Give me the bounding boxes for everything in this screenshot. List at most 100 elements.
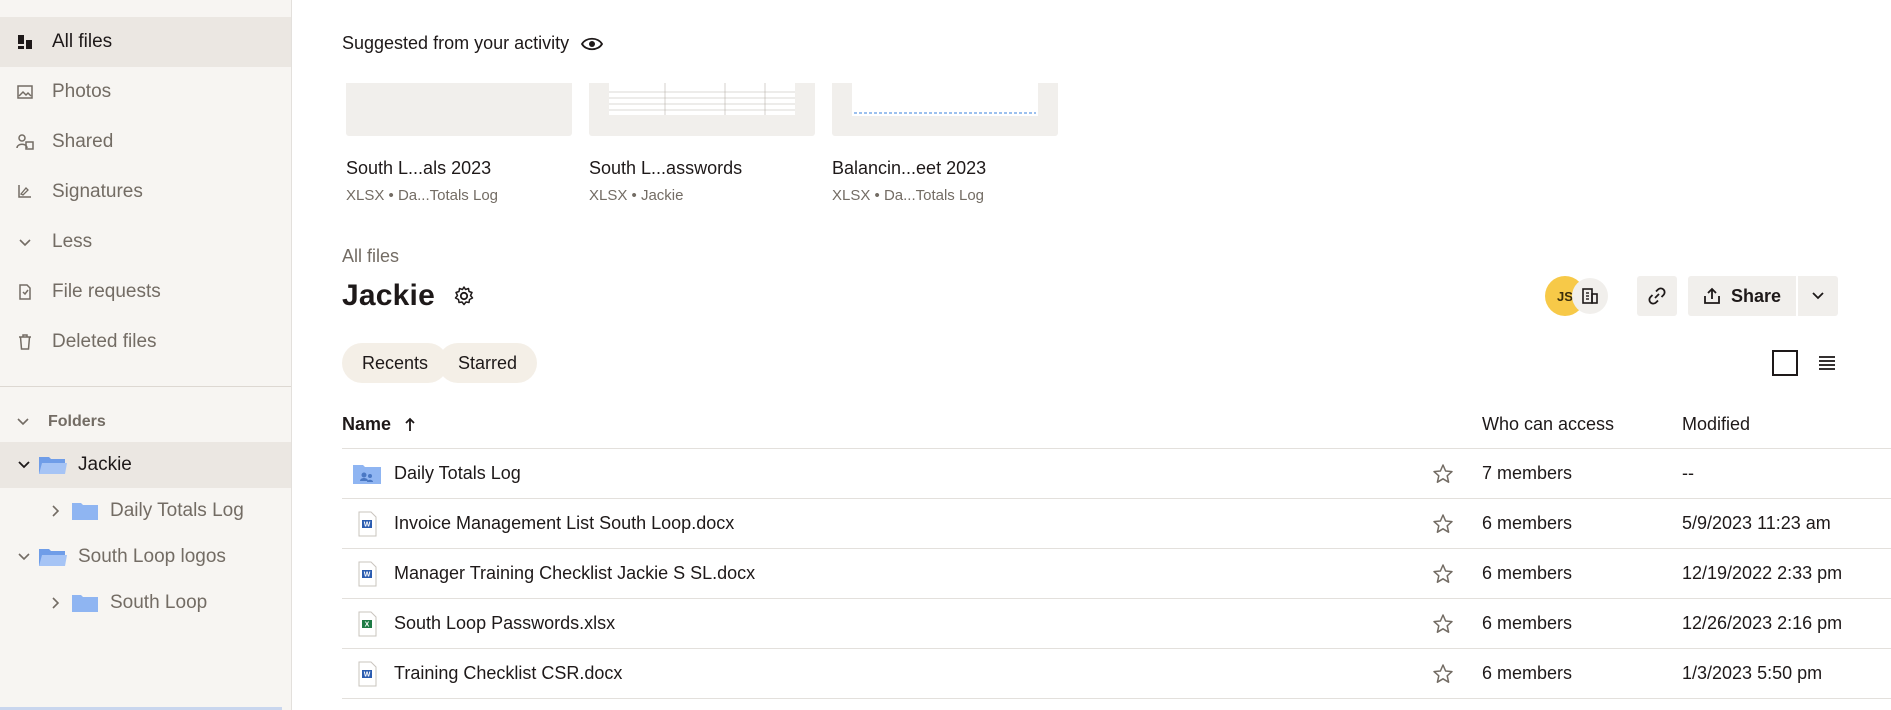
- nav-deleted-files[interactable]: Deleted files: [0, 317, 291, 367]
- building-icon: [1582, 288, 1598, 304]
- svg-text:W: W: [364, 521, 371, 528]
- modified-date: 12/26/2023 2:16 pm: [1682, 613, 1843, 633]
- star-icon[interactable]: [1432, 513, 1454, 535]
- gear-icon[interactable]: [453, 285, 475, 307]
- tree-label: South Loop: [110, 592, 208, 613]
- word-doc-icon: W: [352, 659, 382, 689]
- main-content: Suggested from your activity South L...a…: [292, 0, 1891, 710]
- page-title: Jackie: [342, 279, 475, 313]
- suggested-card[interactable]: South L...asswords XLSX • Jackie: [589, 83, 815, 204]
- nav-signatures[interactable]: Signatures: [0, 167, 291, 217]
- table-row[interactable]: Daily Totals Log 7 members --: [342, 448, 1891, 498]
- svg-text:W: W: [364, 571, 371, 578]
- folder-open-icon: [39, 457, 67, 474]
- share-button[interactable]: Share: [1688, 276, 1796, 316]
- all-files-icon: [14, 31, 36, 53]
- access-count: 6 members: [1482, 513, 1573, 533]
- file-thumbnail: [346, 83, 572, 136]
- nav-shared[interactable]: Shared: [0, 117, 291, 167]
- access-count: 6 members: [1482, 563, 1573, 583]
- starred-filter-chip[interactable]: Starred: [438, 343, 538, 383]
- spreadsheet-preview: [852, 83, 1038, 116]
- suggested-heading: Suggested from your activity: [342, 33, 604, 54]
- suggested-card[interactable]: South L...als 2023 XLSX • Da...Totals Lo…: [346, 83, 572, 204]
- star-icon[interactable]: [1432, 563, 1454, 585]
- nav-less[interactable]: Less: [0, 217, 291, 267]
- modified-date: 12/19/2022 2:33 pm: [1682, 563, 1843, 583]
- list-view-icon[interactable]: [1816, 352, 1838, 374]
- table-row[interactable]: W Invoice Management List South Loop.doc…: [342, 498, 1891, 548]
- file-name[interactable]: Manager Training Checklist Jackie S SL.d…: [394, 563, 755, 584]
- file-thumbnail: [832, 83, 1058, 136]
- trash-icon: [14, 331, 36, 353]
- nav-label: Photos: [52, 81, 112, 102]
- word-doc-icon: W: [352, 559, 382, 589]
- spreadsheet-preview: [609, 83, 795, 115]
- chevron-right-icon[interactable]: [46, 504, 66, 518]
- modified-date: 5/9/2023 11:23 am: [1682, 513, 1831, 533]
- breadcrumb[interactable]: All files: [342, 246, 399, 267]
- nav-all-files[interactable]: All files: [0, 17, 291, 67]
- chevron-right-icon[interactable]: [46, 596, 66, 610]
- excel-sheet-icon: X: [352, 609, 382, 639]
- sidebar: All files Photos Shared Signatures Less …: [0, 0, 292, 710]
- chevron-down-icon: [14, 231, 36, 253]
- folder-icon: [72, 503, 98, 520]
- file-name[interactable]: South Loop Passwords.xlsx: [394, 613, 615, 634]
- tree-item-jackie[interactable]: Jackie: [0, 442, 291, 488]
- file-thumbnail: [589, 83, 815, 136]
- modified-date: 1/3/2023 5:50 pm: [1682, 663, 1823, 683]
- tree-item-daily-totals-log[interactable]: Daily Totals Log: [0, 488, 291, 534]
- share-label: Share: [1730, 285, 1782, 306]
- shared-icon: [14, 131, 36, 153]
- chevron-down-icon[interactable]: [14, 550, 34, 564]
- recents-filter-chip[interactable]: Recents: [342, 343, 449, 383]
- tree-item-south-loop-logos[interactable]: South Loop logos: [0, 534, 291, 580]
- share-options-button[interactable]: [1798, 276, 1838, 316]
- folders-heading-label: Folders: [48, 413, 106, 430]
- eye-icon[interactable]: [581, 36, 604, 52]
- card-meta: XLSX • Jackie: [589, 187, 684, 204]
- nav-label: Shared: [52, 131, 114, 152]
- star-icon[interactable]: [1432, 663, 1454, 685]
- star-icon[interactable]: [1432, 463, 1454, 485]
- nav-photos[interactable]: Photos: [0, 67, 291, 117]
- table-row[interactable]: W Training Checklist CSR.docx 6 members …: [342, 648, 1891, 698]
- nav-label: Deleted files: [52, 331, 157, 352]
- nav-label: Signatures: [52, 181, 143, 202]
- folders-heading[interactable]: Folders: [14, 410, 106, 434]
- file-name[interactable]: Invoice Management List South Loop.docx: [394, 513, 734, 534]
- tree-item-south-loop[interactable]: South Loop: [0, 580, 291, 626]
- grid-view-toggle[interactable]: [1772, 350, 1798, 376]
- sort-ascending-icon: [405, 417, 415, 431]
- chevron-down-icon: [1812, 292, 1824, 300]
- page-title-text: Jackie: [342, 279, 435, 312]
- tree-label: South Loop logos: [78, 546, 226, 567]
- copy-link-button[interactable]: [1637, 276, 1677, 316]
- suggested-card[interactable]: Balancin...eet 2023 XLSX • Da...Totals L…: [832, 83, 1058, 204]
- access-count: 6 members: [1482, 613, 1573, 633]
- tree-label: Daily Totals Log: [110, 500, 244, 521]
- word-doc-icon: W: [352, 509, 382, 539]
- table-row[interactable]: W Manager Training Checklist Jackie S SL…: [342, 548, 1891, 598]
- photos-icon: [14, 81, 36, 103]
- file-name[interactable]: Training Checklist CSR.docx: [394, 663, 622, 684]
- modified-date: --: [1682, 463, 1694, 483]
- share-icon: [1704, 287, 1720, 304]
- team-button[interactable]: [1572, 278, 1608, 314]
- file-name[interactable]: Daily Totals Log: [394, 463, 521, 484]
- column-header-access[interactable]: Who can access: [1482, 414, 1614, 435]
- table-row[interactable]: X South Loop Passwords.xlsx 6 members 12…: [342, 598, 1891, 648]
- column-header-name[interactable]: Name: [342, 414, 417, 435]
- signature-icon: [14, 181, 36, 203]
- link-icon: [1648, 287, 1666, 305]
- column-header-modified[interactable]: Modified: [1682, 414, 1750, 435]
- tree-label: Jackie: [78, 454, 132, 475]
- card-name: South L...als 2023: [346, 158, 492, 178]
- access-count: 7 members: [1482, 463, 1573, 483]
- nav-label: Less: [52, 231, 93, 252]
- star-icon[interactable]: [1432, 613, 1454, 635]
- chevron-down-icon[interactable]: [14, 458, 34, 472]
- nav-file-requests[interactable]: File requests: [0, 267, 291, 317]
- sidebar-divider: [0, 386, 291, 387]
